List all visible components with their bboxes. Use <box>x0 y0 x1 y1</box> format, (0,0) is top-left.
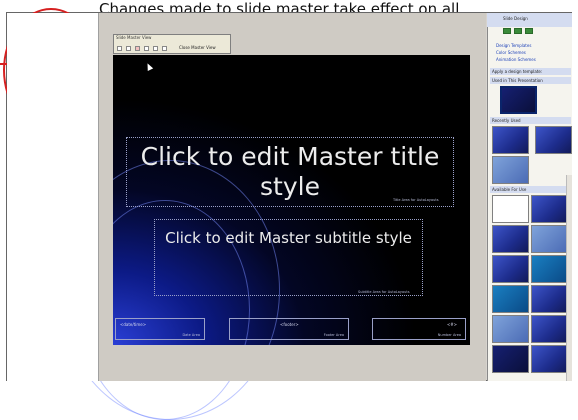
subtitle-placeholder-text: Click to edit Master subtitle style <box>165 229 412 247</box>
insert-title-master-icon[interactable] <box>126 46 131 51</box>
design-templates-link[interactable]: Design Templates <box>496 43 531 48</box>
date-placeholder[interactable]: <date/time> Date Area <box>115 318 205 340</box>
number-area-label: Number Area <box>437 333 461 337</box>
subtitle-placeholder[interactable]: Click to edit Master subtitle style <box>154 219 423 296</box>
task-pane-header <box>487 13 572 27</box>
recently-used-heading: Recently Used <box>490 117 571 124</box>
design-template-thumbnail[interactable] <box>531 285 568 313</box>
design-template-thumbnail[interactable] <box>492 255 529 283</box>
toolbar-title: Slide Master View <box>116 35 152 40</box>
delete-master-icon[interactable] <box>135 46 140 51</box>
design-template-thumbnail[interactable] <box>492 345 529 373</box>
slide-edge-mask-left <box>99 13 113 381</box>
slide-edge-mask-left-inner <box>7 13 99 381</box>
insert-new-master-icon[interactable] <box>117 46 122 51</box>
design-template-thumbnail[interactable] <box>531 345 568 373</box>
number-field: <#> <box>446 322 457 327</box>
design-template-thumbnail[interactable] <box>492 225 529 253</box>
animation-schemes-link[interactable]: Animation Schemes <box>496 57 536 62</box>
design-template-thumbnail[interactable] <box>492 195 529 223</box>
forward-icon[interactable] <box>514 28 522 34</box>
design-template-thumbnail[interactable] <box>500 86 537 114</box>
design-template-thumbnail[interactable] <box>531 255 568 283</box>
number-placeholder[interactable]: <#> Number Area <box>372 318 466 340</box>
design-template-thumbnail[interactable] <box>531 225 568 253</box>
slide-edge-mask-bottom <box>99 345 486 381</box>
subtitle-area-label: Subtitle Area for AutoLayouts <box>358 290 410 294</box>
design-template-thumbnail[interactable] <box>492 126 529 154</box>
design-template-thumbnail[interactable] <box>492 285 529 313</box>
back-icon[interactable] <box>503 28 511 34</box>
available-for-use-heading: Available For Use <box>490 186 571 193</box>
task-pane-title: Slide Design <box>503 16 528 21</box>
date-field: <date/time> <box>120 322 147 327</box>
title-area-label: Title Area for AutoLayouts <box>393 198 439 202</box>
home-icon[interactable] <box>525 28 533 34</box>
close-master-view-button[interactable]: Close Master View <box>179 45 216 50</box>
design-template-thumbnail[interactable] <box>531 195 568 223</box>
slide-edge-mask-right <box>470 13 486 381</box>
task-pane-scrollbar[interactable] <box>566 175 572 381</box>
footer-field: <footer> <box>280 322 299 327</box>
color-schemes-link[interactable]: Color Schemes <box>496 50 526 55</box>
design-template-thumbnail[interactable] <box>535 126 572 154</box>
master-layout-icon[interactable] <box>162 46 167 51</box>
design-template-thumbnail[interactable] <box>531 315 568 343</box>
rename-master-icon[interactable] <box>153 46 158 51</box>
title-placeholder[interactable]: Click to edit Master title style <box>126 137 454 207</box>
footer-area-label: Footer Area <box>323 333 344 337</box>
apply-template-heading: Apply a design template: <box>490 68 571 75</box>
design-template-thumbnail[interactable] <box>492 156 529 184</box>
title-placeholder-text: Click to edit Master title style <box>140 142 440 201</box>
date-area-label: Date Area <box>182 333 200 337</box>
design-template-thumbnail[interactable] <box>492 315 529 343</box>
footer-placeholder[interactable]: <footer> Footer Area <box>229 318 349 340</box>
used-in-presentation-heading: Used in This Presentation <box>490 77 571 84</box>
preserve-master-icon[interactable] <box>144 46 149 51</box>
